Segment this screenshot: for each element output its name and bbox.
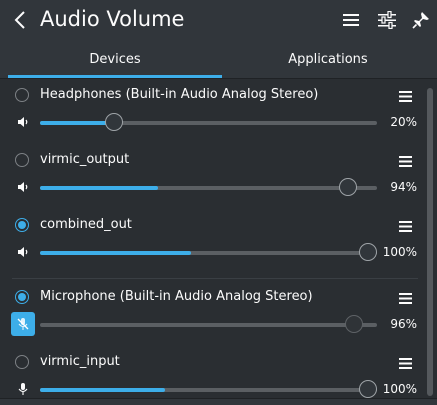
speaker-icon <box>18 117 28 127</box>
bottom-edge <box>0 398 437 405</box>
hamburger-menu-button[interactable] <box>339 8 363 32</box>
slider-handle[interactable] <box>359 380 377 398</box>
default-device-radio[interactable] <box>15 290 29 304</box>
speaker-icon <box>18 247 28 257</box>
volume-percent: 96% <box>390 317 417 331</box>
volume-slider[interactable] <box>40 242 377 262</box>
device-menu-button[interactable] <box>397 356 413 370</box>
tab-devices-label: Devices <box>89 51 141 67</box>
device-menu-button[interactable] <box>397 154 413 168</box>
mute-button[interactable] <box>14 243 32 261</box>
slider-handle[interactable] <box>359 243 377 261</box>
volume-percent: 20% <box>390 115 417 129</box>
device-menu-button[interactable] <box>397 291 413 305</box>
slider-handle[interactable] <box>105 113 123 131</box>
tab-applications-label: Applications <box>288 51 368 67</box>
volume-slider[interactable] <box>40 379 377 399</box>
hamburger-menu-icon <box>398 357 412 369</box>
speaker-icon <box>18 182 28 192</box>
device-menu-button[interactable] <box>397 89 413 103</box>
volume-percent: 100% <box>382 245 417 259</box>
default-device-radio[interactable] <box>15 88 29 102</box>
microphone-icon <box>18 383 28 395</box>
microphone-muted-icon <box>17 318 29 330</box>
configure-button[interactable] <box>375 8 399 32</box>
hamburger-menu-icon <box>398 155 412 167</box>
default-device-radio[interactable] <box>15 355 29 369</box>
device-name: Microphone (Built-in Audio Analog Stereo… <box>40 289 313 304</box>
back-arrow-icon <box>14 11 25 29</box>
slider-handle[interactable] <box>345 315 363 333</box>
hamburger-menu-icon <box>343 14 359 26</box>
volume-slider[interactable] <box>40 177 377 197</box>
device-row-virmic-output: virmic_output 94% <box>0 150 437 215</box>
header: Audio Volume <box>0 0 437 40</box>
volume-slider[interactable] <box>40 314 377 334</box>
mute-button[interactable] <box>14 380 32 398</box>
page-title: Audio Volume <box>40 7 185 31</box>
device-name: combined_out <box>40 217 132 232</box>
hamburger-menu-icon <box>398 220 412 232</box>
configure-icon <box>378 11 396 29</box>
slider-handle[interactable] <box>339 178 357 196</box>
pin-icon <box>412 12 429 29</box>
mute-button[interactable] <box>14 113 32 131</box>
device-menu-button[interactable] <box>397 219 413 233</box>
scrollbar[interactable] <box>427 88 433 396</box>
hamburger-menu-icon <box>398 292 412 304</box>
mute-button[interactable] <box>14 178 32 196</box>
default-device-radio[interactable] <box>15 218 29 232</box>
section-divider <box>12 278 418 279</box>
device-row-microphone: Microphone (Built-in Audio Analog Stereo… <box>0 287 437 352</box>
device-name: Headphones (Built-in Audio Analog Stereo… <box>40 87 319 102</box>
tab-applications[interactable]: Applications <box>222 40 434 78</box>
device-name: virmic_input <box>40 354 120 369</box>
mute-button[interactable] <box>11 312 35 336</box>
volume-percent: 94% <box>390 180 417 194</box>
device-name: virmic_output <box>40 152 130 167</box>
pin-button[interactable] <box>409 8 433 32</box>
default-device-radio[interactable] <box>15 153 29 167</box>
volume-slider[interactable] <box>40 112 377 132</box>
hamburger-menu-icon <box>398 90 412 102</box>
audio-volume-window: Audio Volume Devices Applications Headph… <box>0 0 437 405</box>
back-button[interactable] <box>8 8 32 32</box>
tab-bar: Devices Applications <box>0 40 437 79</box>
tab-devices[interactable]: Devices <box>8 40 222 78</box>
device-row-headphones: Headphones (Built-in Audio Analog Stereo… <box>0 85 437 150</box>
device-row-combined-out: combined_out 100% <box>0 215 437 280</box>
volume-percent: 100% <box>382 382 417 396</box>
device-list: Headphones (Built-in Audio Analog Stereo… <box>0 79 437 405</box>
